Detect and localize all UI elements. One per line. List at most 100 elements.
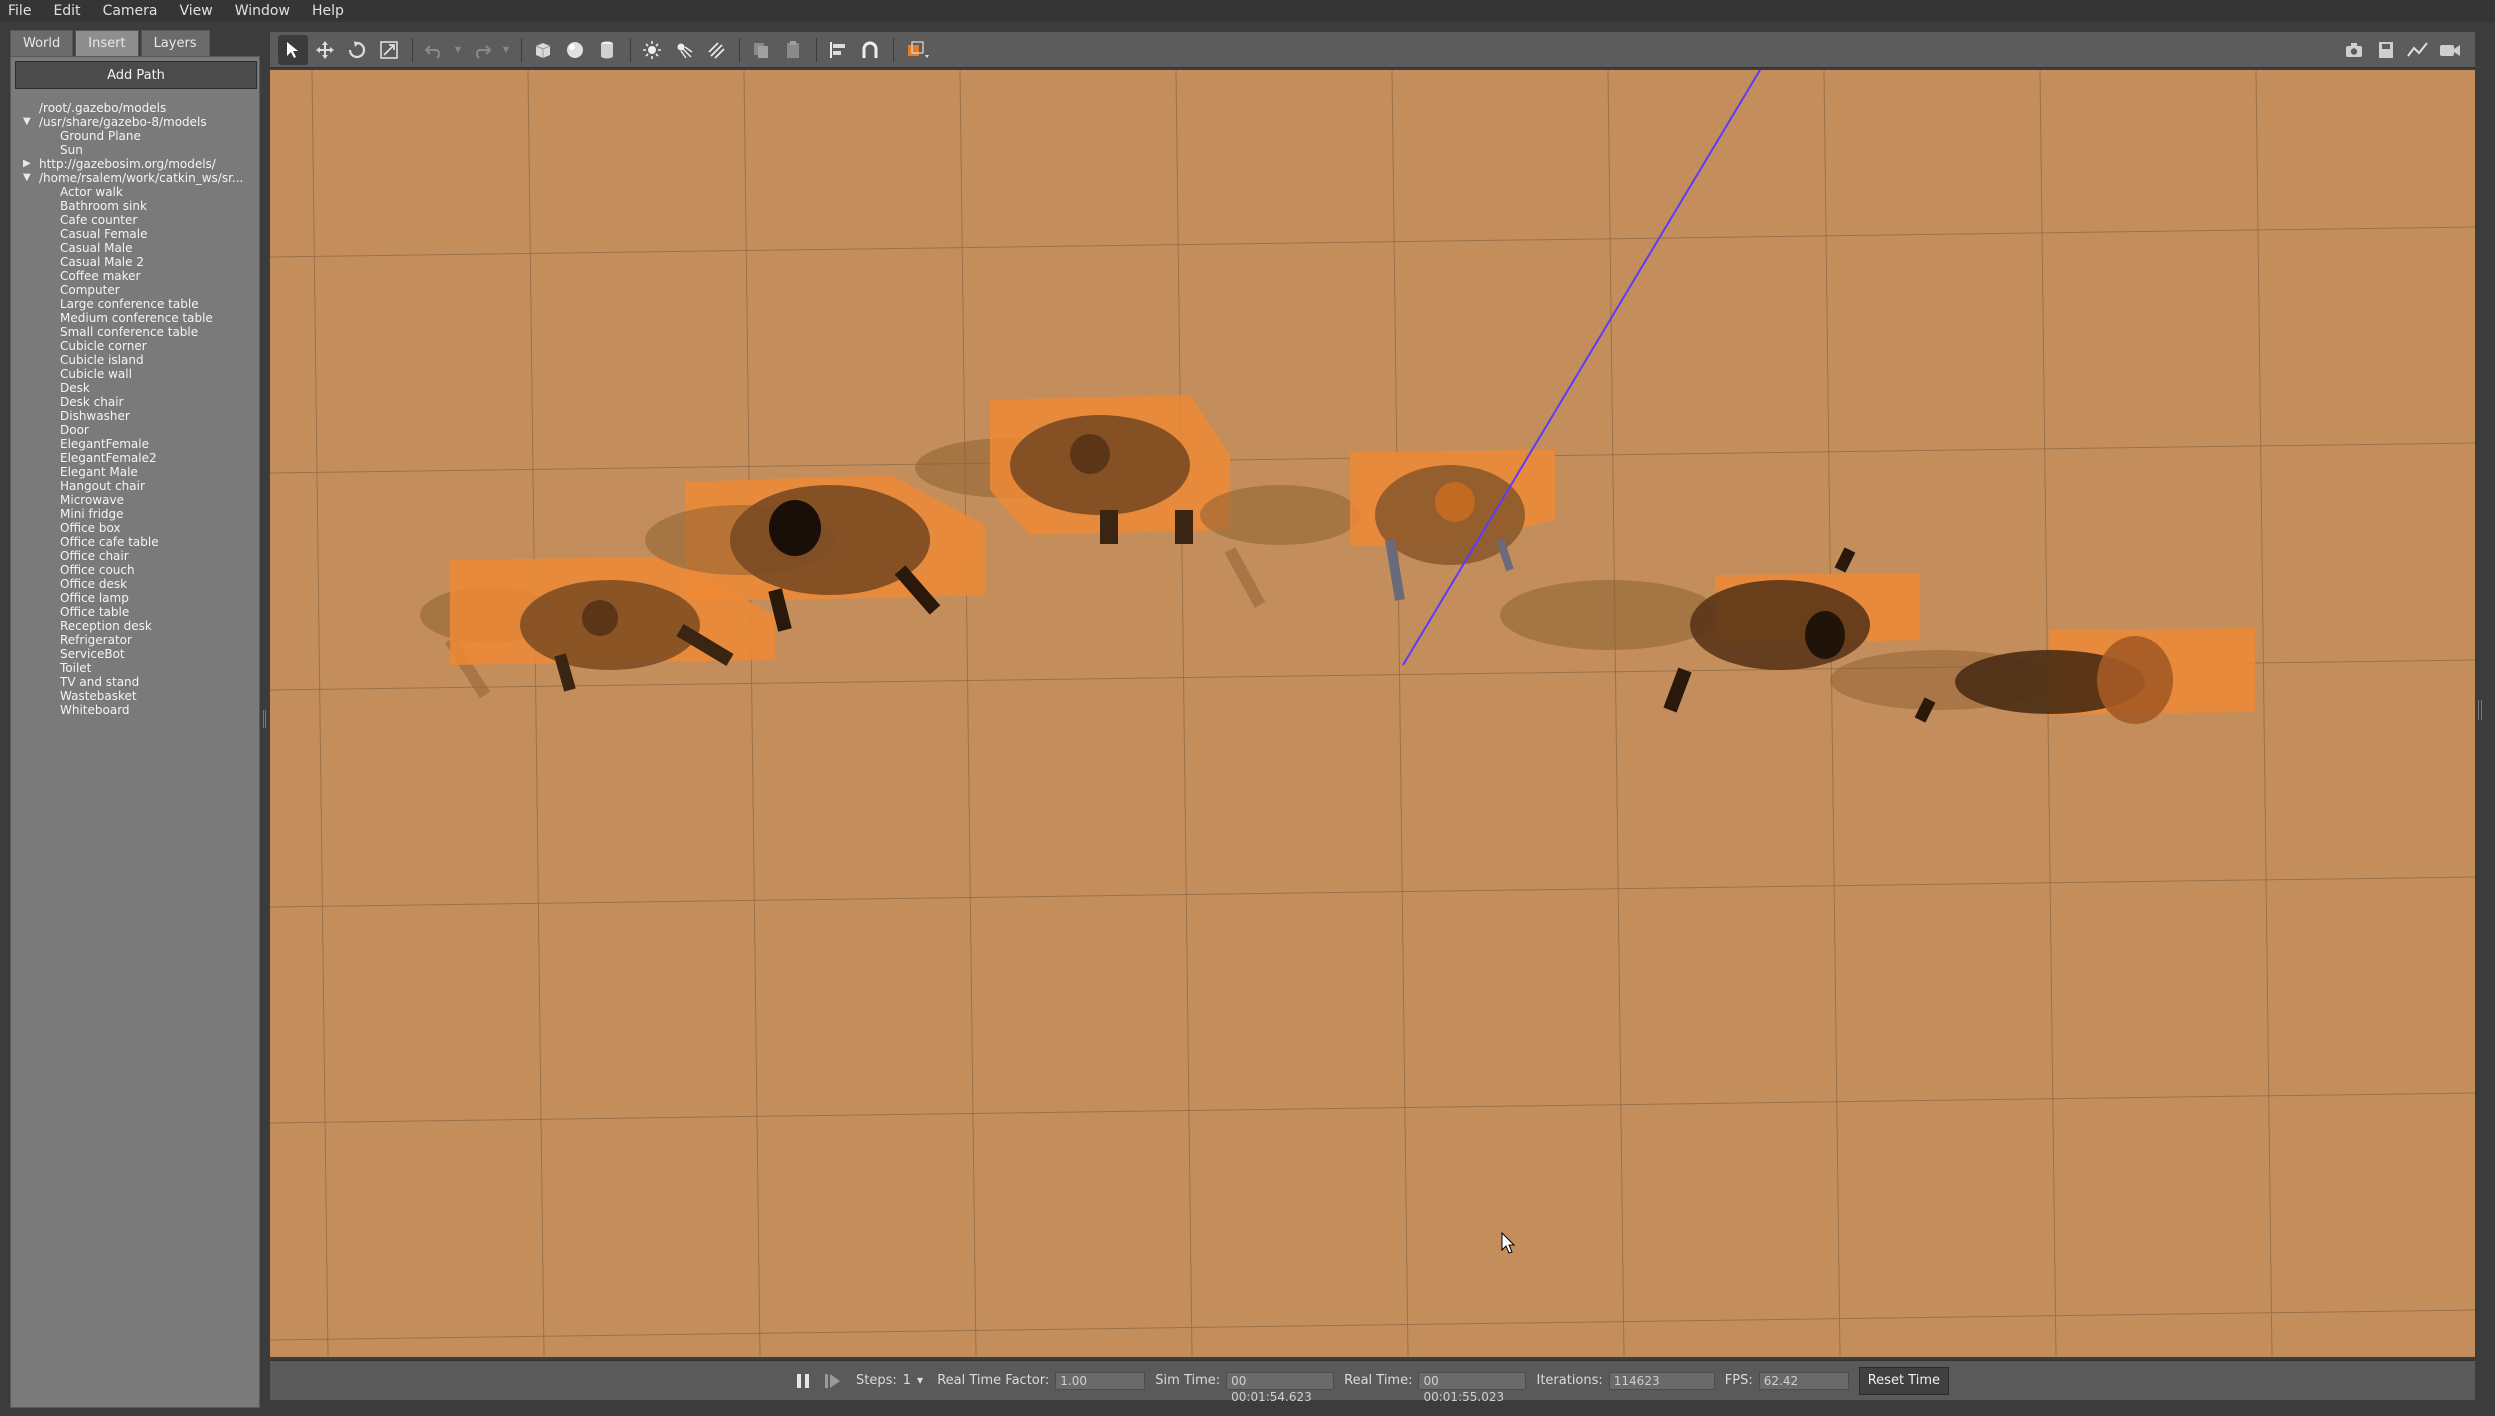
point-light-icon[interactable] [637, 35, 667, 65]
scene-viewport[interactable] [270, 70, 2475, 1357]
insert-panel: Add Path /root/.gazebo/models ▼ /usr/sha… [10, 56, 260, 1408]
redo-icon[interactable] [467, 35, 497, 65]
steps-spinbox[interactable]: 1 [903, 1373, 911, 1388]
tree-item[interactable]: Refrigerator [15, 633, 257, 647]
menu-file[interactable]: File [8, 0, 31, 22]
expanded-arrow-icon[interactable]: ▼ [23, 171, 31, 185]
step-button[interactable] [824, 1373, 842, 1389]
snap-icon[interactable] [855, 35, 885, 65]
menu-window[interactable]: Window [235, 0, 290, 22]
tree-item[interactable]: Cubicle wall [15, 367, 257, 381]
tree-root-gazebosim[interactable]: ▶ http://gazebosim.org/models/ [15, 157, 257, 171]
tree-item[interactable]: Office table [15, 605, 257, 619]
tree-item[interactable]: Desk [15, 381, 257, 395]
menu-view[interactable]: View [180, 0, 213, 22]
steps-label: Steps: [856, 1373, 897, 1388]
log-icon[interactable] [2371, 35, 2401, 65]
tree-item[interactable]: Reception desk [15, 619, 257, 633]
tree-item[interactable]: Cafe counter [15, 213, 257, 227]
tree-item[interactable]: Microwave [15, 493, 257, 507]
menu-bar: File Edit Camera View Window Help [0, 0, 2495, 22]
real-time-label: Real Time: [1344, 1373, 1413, 1388]
steps-spin-arrow-icon[interactable]: ▼ [917, 1376, 923, 1385]
tree-item-ground-plane[interactable]: Ground Plane [15, 129, 257, 143]
tree-item[interactable]: Office box [15, 521, 257, 535]
model-tree: /root/.gazebo/models ▼ /usr/share/gazebo… [15, 101, 257, 717]
tree-item[interactable]: Office couch [15, 563, 257, 577]
tree-root-usr-models[interactable]: ▼ /usr/share/gazebo-8/models [15, 115, 257, 129]
tree-item[interactable]: Cubicle corner [15, 339, 257, 353]
spot-light-icon[interactable] [669, 35, 699, 65]
rotate-icon[interactable] [342, 35, 372, 65]
tree-item[interactable]: Office cafe table [15, 535, 257, 549]
sphere-icon[interactable] [560, 35, 590, 65]
splitter-handle[interactable] [263, 710, 266, 728]
redo-history-icon[interactable]: ▼ [499, 35, 513, 65]
video-icon[interactable] [2435, 35, 2465, 65]
tree-item-sun[interactable]: Sun [15, 143, 257, 157]
plot-icon[interactable] [2403, 35, 2433, 65]
tree-item[interactable]: Cubicle island [15, 353, 257, 367]
tree-item[interactable]: TV and stand [15, 675, 257, 689]
rtf-label: Real Time Factor: [937, 1373, 1050, 1388]
box-icon[interactable] [528, 35, 558, 65]
add-path-button[interactable]: Add Path [15, 61, 257, 89]
tree-item[interactable]: Hangout chair [15, 479, 257, 493]
cylinder-icon[interactable] [592, 35, 622, 65]
tree-item[interactable]: Mini fridge [15, 507, 257, 521]
tree-item[interactable]: Toilet [15, 661, 257, 675]
view-angle-icon[interactable] [900, 35, 936, 65]
tree-item[interactable]: Dishwasher [15, 409, 257, 423]
tab-insert[interactable]: Insert [75, 30, 139, 56]
tree-item[interactable]: Door [15, 423, 257, 437]
tree-root-root-models[interactable]: /root/.gazebo/models [15, 101, 257, 115]
tree-item[interactable]: Coffee maker [15, 269, 257, 283]
iterations-field: 114623 [1608, 1371, 1715, 1390]
tree-root-home-models[interactable]: ▼ /home/rsalem/work/catkin_ws/sr... [15, 171, 257, 185]
tree-item[interactable]: Medium conference table [15, 311, 257, 325]
iterations-label: Iterations: [1536, 1373, 1603, 1388]
splitter-handle-right[interactable] [2478, 700, 2482, 720]
tree-item[interactable]: Casual Male [15, 241, 257, 255]
copy-icon[interactable] [746, 35, 776, 65]
tree-item[interactable]: Bathroom sink [15, 199, 257, 213]
directional-light-icon[interactable] [701, 35, 731, 65]
tree-item[interactable]: ElegantFemale2 [15, 451, 257, 465]
scale-icon[interactable] [374, 35, 404, 65]
collapsed-arrow-icon[interactable]: ▶ [23, 157, 31, 171]
tree-item[interactable]: Small conference table [15, 325, 257, 339]
rtf-field: 1.00 [1055, 1371, 1146, 1390]
tab-layers[interactable]: Layers [140, 30, 210, 56]
tree-item[interactable]: Large conference table [15, 297, 257, 311]
tree-item[interactable]: Desk chair [15, 395, 257, 409]
tree-item[interactable]: ServiceBot [15, 647, 257, 661]
menu-edit[interactable]: Edit [53, 0, 80, 22]
reset-time-button[interactable]: Reset Time [1858, 1366, 1949, 1395]
tree-item[interactable]: Office desk [15, 577, 257, 591]
align-icon[interactable] [823, 35, 853, 65]
expanded-arrow-icon[interactable]: ▼ [23, 115, 31, 129]
tree-item[interactable]: Whiteboard [15, 703, 257, 717]
tab-world[interactable]: World [10, 30, 74, 56]
real-time-field: 00 00:01:55.023 [1418, 1371, 1527, 1404]
fps-field: 62.42 [1758, 1371, 1849, 1390]
tree-item[interactable]: Wastebasket [15, 689, 257, 703]
menu-help[interactable]: Help [312, 0, 344, 22]
tree-item[interactable]: Casual Male 2 [15, 255, 257, 269]
tree-item[interactable]: Casual Female [15, 227, 257, 241]
time-panel: Steps: 1 ▼ Real Time Factor: 1.00 Sim Ti… [270, 1360, 2475, 1404]
undo-history-icon[interactable]: ▼ [451, 35, 465, 65]
translate-icon[interactable] [310, 35, 340, 65]
tree-item[interactable]: Computer [15, 283, 257, 297]
tree-item[interactable]: Office lamp [15, 591, 257, 605]
tree-item[interactable]: Actor walk [15, 185, 257, 199]
pause-button[interactable] [796, 1373, 810, 1389]
tree-item[interactable]: Office chair [15, 549, 257, 563]
paste-icon[interactable] [778, 35, 808, 65]
tree-item[interactable]: Elegant Male [15, 465, 257, 479]
menu-camera[interactable]: Camera [103, 0, 158, 22]
select-icon[interactable] [278, 34, 308, 65]
screenshot-icon[interactable] [2339, 35, 2369, 65]
undo-icon[interactable] [419, 35, 449, 65]
tree-item[interactable]: ElegantFemale [15, 437, 257, 451]
